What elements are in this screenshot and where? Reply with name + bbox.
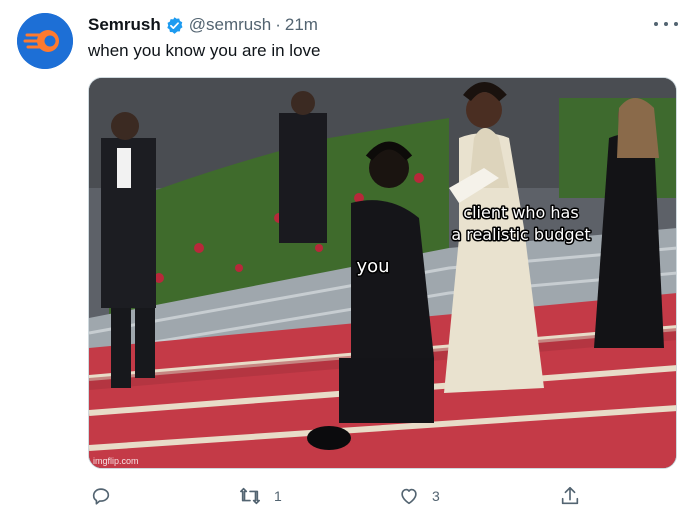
avatar[interactable]	[17, 13, 73, 69]
tweet-actions: 1 3	[88, 483, 668, 509]
timestamp[interactable]: 21m	[285, 15, 318, 35]
like-button[interactable]: 3	[398, 483, 440, 509]
tweet-header: Semrush @semrush · 21m	[88, 14, 318, 36]
retweet-count: 1	[274, 488, 282, 504]
more-options-icon[interactable]	[654, 15, 678, 33]
semrush-logo-icon	[17, 13, 73, 69]
caption-client-line2: a realistic budget	[451, 225, 590, 244]
reply-button[interactable]	[90, 483, 124, 509]
retweet-icon	[240, 487, 260, 505]
tweet-card: Semrush @semrush · 21m when you know you…	[0, 0, 700, 530]
caption-client-line1: client who has	[463, 203, 578, 222]
reply-icon	[92, 488, 110, 505]
tweet-media-image[interactable]: you client who has a realistic budget im…	[88, 77, 677, 469]
like-icon	[401, 488, 417, 505]
author-handle[interactable]: @semrush	[189, 15, 271, 35]
author-name[interactable]: Semrush	[88, 15, 161, 35]
like-count: 3	[432, 488, 440, 504]
separator-dot: ·	[275, 15, 281, 34]
share-icon	[561, 486, 579, 505]
watermark: imgflip.com	[93, 456, 139, 466]
meme-photo: you client who has a realistic budget im…	[89, 78, 676, 468]
retweet-button[interactable]: 1	[238, 483, 282, 509]
tweet-text: when you know you are in love	[88, 41, 321, 60]
caption-you: you	[356, 256, 389, 277]
share-button[interactable]	[559, 483, 581, 509]
verified-badge-icon	[167, 16, 183, 34]
